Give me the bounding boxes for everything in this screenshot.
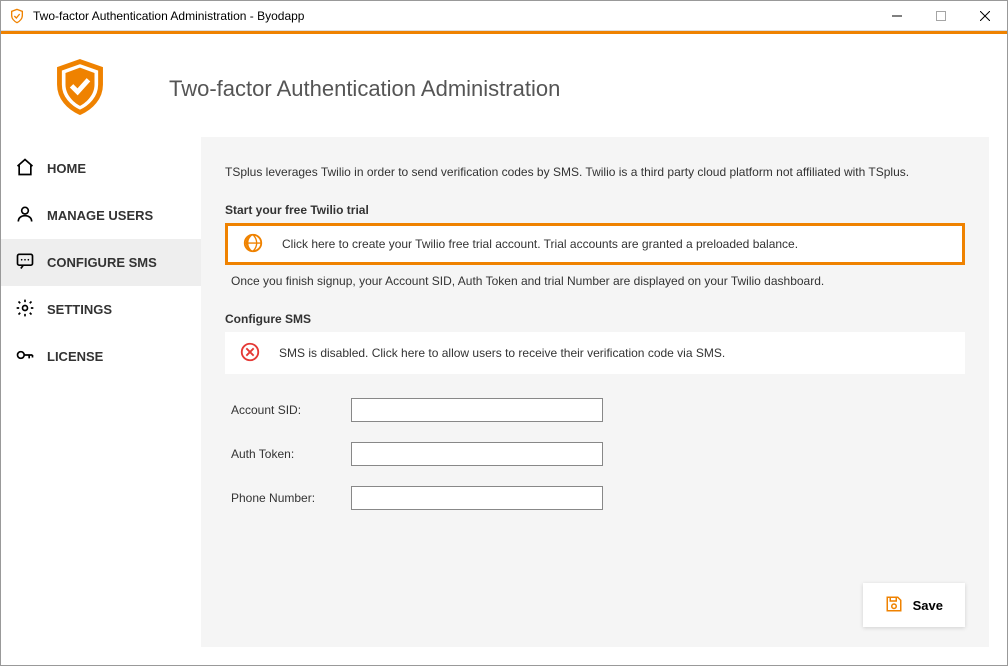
app-icon [9,8,25,24]
sidebar-item-label: SETTINGS [47,302,112,317]
sidebar-item-configure-sms[interactable]: CONFIGURE SMS [1,239,201,286]
globe-icon [242,232,264,257]
sidebar-item-label: MANAGE USERS [47,208,153,223]
key-icon [15,345,35,368]
page-title: Two-factor Authentication Administration [169,76,560,102]
sidebar-item-home[interactable]: HOME [1,145,201,192]
sidebar-item-label: LICENSE [47,349,103,364]
sidebar: HOME MANAGE USERS CONFIGURE SMS SETTINGS… [1,137,201,665]
shield-logo-icon [51,58,109,119]
account-sid-input[interactable] [351,398,603,422]
sms-status-toggle[interactable]: SMS is disabled. Click here to allow use… [225,332,965,374]
sidebar-item-settings[interactable]: SETTINGS [1,286,201,333]
trial-after-text: Once you finish signup, your Account SID… [231,274,959,288]
error-circle-icon [239,341,261,366]
trial-heading: Start your free Twilio trial [225,203,965,217]
sms-icon [15,251,35,274]
sidebar-item-label: HOME [47,161,86,176]
auth-token-label: Auth Token: [231,447,351,461]
phone-number-input[interactable] [351,486,603,510]
intro-text: TSplus leverages Twilio in order to send… [225,165,965,179]
minimize-button[interactable] [875,1,919,31]
sidebar-item-license[interactable]: LICENSE [1,333,201,380]
content-panel: TSplus leverages Twilio in order to send… [201,137,989,647]
phone-number-label: Phone Number: [231,491,351,505]
configure-heading: Configure SMS [225,312,965,326]
titlebar: Two-factor Authentication Administration… [1,1,1007,31]
gear-icon [15,298,35,321]
save-icon [885,595,903,616]
sms-status-text: SMS is disabled. Click here to allow use… [279,346,725,360]
close-button[interactable] [963,1,1007,31]
save-button-label: Save [913,598,943,613]
save-button[interactable]: Save [863,583,965,627]
header: Two-factor Authentication Administration [1,34,1007,137]
home-icon [15,157,35,180]
trial-link-text: Click here to create your Twilio free tr… [282,237,798,251]
maximize-button[interactable] [919,1,963,31]
sidebar-item-label: CONFIGURE SMS [47,255,157,270]
window-title: Two-factor Authentication Administration… [33,9,875,23]
sidebar-item-manage-users[interactable]: MANAGE USERS [1,192,201,239]
phone-number-row: Phone Number: [231,486,965,510]
auth-token-input[interactable] [351,442,603,466]
auth-token-row: Auth Token: [231,442,965,466]
account-sid-row: Account SID: [231,398,965,422]
user-icon [15,204,35,227]
account-sid-label: Account SID: [231,403,351,417]
twilio-trial-link[interactable]: Click here to create your Twilio free tr… [225,223,965,265]
